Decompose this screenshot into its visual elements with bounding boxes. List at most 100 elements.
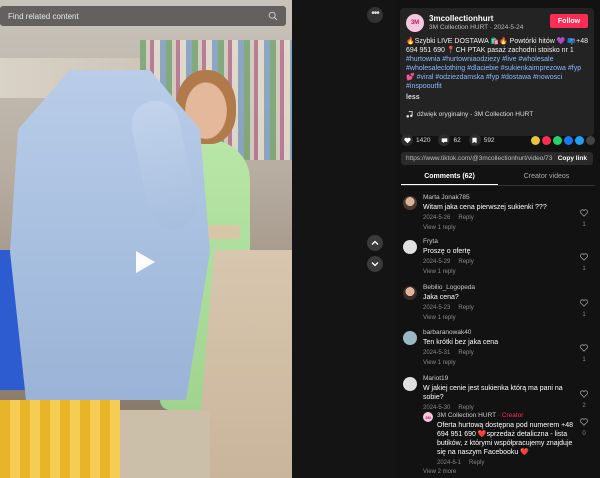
whatsapp-share-icon[interactable] [553, 135, 562, 145]
comment-like-count: 2 [582, 403, 586, 409]
comment-like-count: 1 [582, 312, 586, 318]
reply-reply-button[interactable]: Reply [469, 460, 484, 466]
comment-like-count: 1 [582, 357, 586, 363]
blue-dress [10, 70, 210, 400]
comment-body: Bebilio_Logopeda Jaka cena? 2024-5-23 Rep… [423, 284, 573, 321]
comment-username[interactable]: Mariot19 [423, 375, 573, 382]
comment-date: 2024-5-23 [423, 305, 451, 311]
comment-username[interactable]: barbaranowak40 [423, 329, 573, 336]
comment-meta: 2024-5-23 Reply [423, 305, 573, 311]
commenter-avatar[interactable] [403, 240, 417, 254]
comment-username[interactable]: Marta Jonak785 [423, 194, 573, 201]
comment-meta: 2024-5-26 Reply [423, 215, 573, 221]
reply-meta: 2024-6-1 Reply [437, 460, 575, 466]
commenter-avatar[interactable] [403, 331, 417, 345]
author-text: 3mcollectionhurt 3M Collection HURT · 20… [429, 14, 550, 31]
search-input[interactable] [8, 11, 268, 21]
video-url: https://www.tiktok.com/@3mcollectionhurt… [406, 155, 552, 162]
search-bar[interactable] [0, 6, 286, 26]
music-row[interactable]: dźwięk oryginalny - 3M Collection HURT [406, 111, 588, 118]
view-replies-button[interactable]: View 1 reply [423, 315, 573, 321]
comment-reply-button[interactable]: Reply [458, 259, 473, 265]
comment-date: 2024-5-31 [423, 350, 451, 356]
comment-reply-button[interactable]: Reply [458, 350, 473, 356]
reply-text: Oferta hurtową dostępna pod numerem +48 … [437, 422, 574, 456]
comment-like[interactable]: 1 [579, 204, 589, 228]
comment-text: Jaka cena? [423, 294, 459, 301]
follow-button[interactable]: Follow [550, 14, 588, 28]
video-description: 🔥Szybki LIVE DOSTAWA 🛍️🔥 Powtórki hitów … [406, 37, 588, 91]
heart-outline-icon [580, 253, 588, 261]
reply-date: 2024-6-1 [437, 460, 462, 466]
comment-count: 62 [453, 136, 461, 144]
chevron-down-icon [371, 262, 379, 267]
comment-like[interactable]: 1 [579, 339, 589, 363]
comment-reply-button[interactable]: Reply [458, 215, 473, 221]
comment-item: Mariot19 W jakiej cenie jest sukienka kt… [401, 375, 595, 475]
view-replies-button[interactable]: View 1 reply [423, 225, 573, 231]
view-more-replies-button[interactable]: View 2 more [423, 469, 456, 475]
play-icon[interactable] [136, 251, 155, 273]
comment-body: Marta Jonak785 Witam jaka cena pierwszej… [423, 194, 573, 231]
comment-reply-button[interactable]: Reply [458, 405, 473, 411]
less-toggle[interactable]: less [406, 94, 588, 101]
comment-text: Ten krótki bez jaka cena [423, 339, 499, 346]
copy-link-button[interactable]: Copy link [552, 155, 593, 162]
next-video-button[interactable] [367, 256, 383, 272]
previous-video-button[interactable] [367, 235, 383, 251]
description-hashtags[interactable]: #hurtownia #hurtowniaodziezy #live #whol… [406, 56, 581, 90]
creator-avatar[interactable]: 3M [423, 412, 433, 422]
like-button[interactable] [401, 134, 413, 146]
comment-body: Fryta Proszę o ofertę 2024-5-29 Reply Vie… [423, 238, 573, 275]
heart-outline-icon [580, 418, 588, 426]
comment-meta: 2024-5-30 Reply [423, 405, 573, 411]
comment-like-count: 1 [582, 266, 586, 272]
more-share-icon[interactable] [586, 135, 595, 145]
bookmark-icon [472, 137, 477, 143]
comment-date: 2024-5-26 [423, 215, 451, 221]
like-count: 1420 [416, 136, 431, 144]
share-icons [531, 135, 595, 145]
save-count: 592 [483, 136, 495, 144]
author-meta: 3M Collection HURT · 2024-5-24 [429, 24, 524, 31]
author-name[interactable]: 3mcollectionhurt [429, 14, 550, 23]
comment-username[interactable]: Bebilio_Logopeda [423, 284, 573, 291]
twitter-share-icon[interactable] [575, 135, 584, 145]
commenter-avatar[interactable] [403, 286, 417, 300]
comment-button[interactable] [438, 134, 451, 146]
comment-text: Witam jaka cena pierwszej sukienki ??? [423, 204, 547, 211]
reply-like[interactable]: 0 [579, 413, 589, 437]
heart-icon [403, 137, 411, 143]
view-replies-button[interactable]: View 1 reply [423, 360, 573, 366]
commenter-avatar[interactable] [403, 196, 417, 210]
embed-share-icon[interactable] [531, 135, 540, 145]
commenter-avatar[interactable] [403, 377, 417, 391]
comment-body: barbaranowak40 Ten krótki bez jaka cena … [423, 329, 573, 366]
send-share-icon[interactable] [542, 135, 551, 145]
link-row: https://www.tiktok.com/@3mcollectionhurt… [401, 152, 593, 165]
tab-comments[interactable]: Comments (62) [401, 170, 498, 185]
comment-date: 2024-5-30 [423, 405, 451, 411]
heart-outline-icon [580, 344, 588, 352]
comment-text: W jakiej cenie jest sukienka którą ma pa… [423, 385, 563, 401]
comment-like[interactable]: 1 [579, 294, 589, 318]
comment-like[interactable]: 2 [579, 385, 589, 409]
yellow-bag [0, 400, 120, 478]
reply-username[interactable]: 3M Collection HURT · Creator [437, 412, 575, 419]
save-button[interactable] [468, 134, 481, 146]
comment-meta: 2024-5-29 Reply [423, 259, 573, 265]
comment-like[interactable]: 1 [579, 248, 589, 272]
tab-creator-videos[interactable]: Creator videos [498, 170, 595, 185]
comment-username[interactable]: Fryta [423, 238, 573, 245]
search-icon[interactable] [268, 11, 278, 21]
comment-icon [441, 137, 448, 143]
video-player[interactable] [0, 0, 292, 478]
author-avatar[interactable]: 3M [406, 14, 424, 32]
more-options-icon[interactable]: ••• [367, 7, 383, 23]
facebook-share-icon[interactable] [564, 135, 573, 145]
tiktok-video-page: ••• 3M 3mcollectionhurt 3M Collection HU… [0, 0, 600, 478]
view-replies-button[interactable]: View 1 reply [423, 269, 573, 275]
comment-reply-button[interactable]: Reply [458, 305, 473, 311]
music-label: dźwięk oryginalny - 3M Collection HURT [417, 111, 534, 118]
comment-date: 2024-5-29 [423, 259, 451, 265]
